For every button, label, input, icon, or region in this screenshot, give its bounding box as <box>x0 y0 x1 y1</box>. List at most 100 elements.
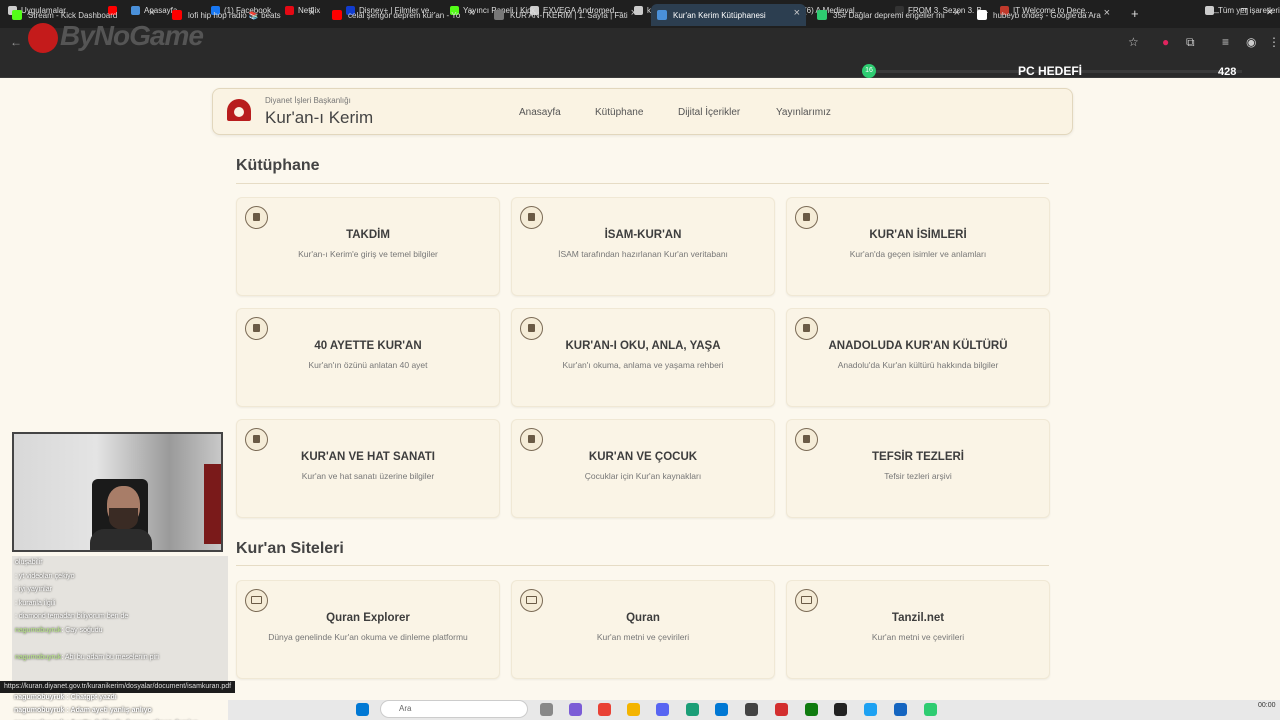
tab-title: celal şengör deprem kur'an - Yo <box>348 10 461 20</box>
taskbar-app-icon[interactable] <box>569 703 582 716</box>
bookmarks-bar <box>0 56 1280 78</box>
site-title[interactable]: Kur'an-ı Kerim <box>265 108 373 128</box>
tab-close-icon[interactable]: × <box>1104 7 1110 19</box>
chat-message: : iyi yayınlar <box>12 583 228 597</box>
tab-close-icon[interactable]: × <box>631 7 637 19</box>
diyanet-logo-icon[interactable] <box>227 99 251 121</box>
back-icon[interactable]: ← <box>10 35 22 49</box>
reading-list-icon[interactable]: ≡ <box>1222 35 1229 49</box>
nav-anasayfa[interactable]: Anasayfa <box>519 107 561 118</box>
browser-tab[interactable]: lofi hip hop radio 📚 beats × <box>166 4 321 26</box>
new-tab-button[interactable]: + <box>1131 6 1139 21</box>
taskbar-search[interactable]: Ara <box>380 700 528 718</box>
tab-close-icon[interactable]: × <box>309 7 315 19</box>
icon-glyph <box>253 213 260 221</box>
card-title: KUR'AN-I OKU, ANLA, YAŞA <box>565 340 721 352</box>
discord-icon[interactable] <box>656 703 669 716</box>
task-view-icon[interactable] <box>540 703 553 716</box>
windows-start-icon[interactable] <box>356 703 369 716</box>
tab-title: lofi hip hop radio 📚 beats <box>188 10 281 20</box>
resource-card[interactable]: Quran Explorer Dünya genelinde Kur'an oku… <box>236 580 500 679</box>
chat-username: nagumobuyruk <box>15 626 62 634</box>
menu-icon[interactable]: ⋮ <box>1268 35 1280 49</box>
tab-favicon-icon <box>977 10 987 20</box>
chrome-icon[interactable] <box>598 703 611 716</box>
tab-title: Kur'an Kerim Kütüphanesi <box>673 10 766 20</box>
tab-favicon-icon <box>172 10 182 20</box>
resource-card[interactable]: Tanzil.net Kur'an metni ve çevirileri <box>786 580 1050 679</box>
taskbar-app-icon[interactable] <box>745 703 758 716</box>
browser-tab[interactable]: hubeyb öndeş - Google'da Ara × <box>971 4 1116 26</box>
site-header: Diyanet İşleri Başkanlığı Kur'an-ı Kerim… <box>212 88 1073 135</box>
resource-card[interactable]: TAKDİM Kur'an-ı Kerim'e giriş ve temel bi… <box>236 197 500 296</box>
card-description: Kur'an-ı Kerim'e giriş ve temel bilgiler <box>298 249 438 259</box>
tab-close-icon[interactable]: × <box>149 7 155 19</box>
library-divider <box>236 183 1049 184</box>
edge-icon[interactable] <box>715 703 728 716</box>
chat-text: : kuranla ilgili <box>15 599 56 607</box>
browser-tab[interactable]: 35# Dağlar depremi engeller mi × <box>811 4 966 26</box>
card-description: Kur'an metni ve çevirileri <box>596 632 690 642</box>
resource-card[interactable]: İSAM-KUR'AN İSAM tarafından hazırlanan Ku… <box>511 197 775 296</box>
taskbar-app-icon[interactable] <box>894 703 907 716</box>
card-description: Anadolu'da Kur'an kültürü hakkında bilgi… <box>837 360 999 370</box>
card-title: TAKDİM <box>346 229 390 241</box>
chat-message: nagumobuyruk : Adam ayeti yanlış anlıyo <box>14 707 152 714</box>
tab-title: KUR'AN-I KERİM | 1. Sayfa | Fâti <box>510 10 628 20</box>
card-description: Çocuklar için Kur'an kaynakları <box>584 471 702 481</box>
website-icon <box>520 589 543 612</box>
resource-card[interactable]: 40 AYETTE KUR'AN Kur'an'ın özünü anlatan … <box>236 308 500 407</box>
chat-message: : kuranla ilgili <box>12 597 228 611</box>
chat-message: : diamond temadan biliyorum ben de <box>12 610 228 624</box>
chat-text: oluşabilir <box>15 559 43 566</box>
extension-icon[interactable]: ● <box>1162 35 1169 49</box>
bookmark-favicon-icon <box>1205 6 1214 15</box>
book-icon <box>520 206 543 229</box>
book-icon <box>520 317 543 340</box>
card-title: KUR'AN VE HAT SANATI <box>301 451 435 463</box>
nav-dijital-icerikler[interactable]: Dijital İçerikler <box>678 107 740 118</box>
resource-card[interactable]: KUR'AN VE HAT SANATI Kur'an ve hat sanatı… <box>236 419 500 518</box>
pc-goal-label: PC HEDEFİ <box>1018 64 1083 78</box>
browser-tab[interactable]: Stream - Kick Dashboard × <box>6 4 161 26</box>
nav-yayinlarimiz[interactable]: Yayınlarımız <box>776 107 831 118</box>
taskbar-app-icon[interactable] <box>775 703 788 716</box>
card-title: KUR'AN İSİMLERİ <box>869 229 967 241</box>
chat-message: nagumobuyruk : Chatgpt yazdı <box>14 694 117 701</box>
xbox-icon[interactable] <box>805 703 818 716</box>
tab-close-icon[interactable]: × <box>794 7 800 19</box>
profile-avatar[interactable]: ◉ <box>1246 35 1256 49</box>
resource-card[interactable]: ANADOLUDA KUR'AN KÜLTÜRÜ Anadolu'da Kur'a… <box>786 308 1050 407</box>
tab-close-icon[interactable]: × <box>954 7 960 19</box>
icon-glyph <box>528 324 535 332</box>
tab-close-icon[interactable]: × <box>469 7 475 19</box>
card-title: KUR'AN VE ÇOCUK <box>588 451 698 463</box>
extensions-puzzle-icon[interactable]: ⧉ <box>1186 35 1195 50</box>
card-description: Tefsir tezleri arşivi <box>884 471 952 481</box>
chat-username: nagumobuyruk <box>15 654 62 662</box>
chat-message <box>12 665 228 679</box>
bookmark-label: Tüm yer işaretleri <box>1218 6 1280 15</box>
resource-card[interactable]: KUR'AN VE ÇOCUK Çocuklar için Kur'an kayn… <box>511 419 775 518</box>
icon-glyph <box>251 596 262 604</box>
browser-tab[interactable]: Kur'an Kerim Kütüphanesi × <box>651 4 806 26</box>
browser-tab[interactable]: celal şengör deprem kur'an - Yo × <box>326 4 481 26</box>
file-explorer-icon[interactable] <box>627 703 640 716</box>
card-description: Kur'an metni ve çevirileri <box>871 632 965 642</box>
resource-card[interactable]: Quran Kur'an metni ve çevirileri <box>511 580 775 679</box>
taskbar-app-icon[interactable] <box>834 703 847 716</box>
bookmark-star-icon[interactable]: ☆ <box>1128 35 1139 49</box>
icon-glyph <box>253 324 260 332</box>
taskbar-app-icon[interactable] <box>686 703 699 716</box>
card-title: TEFSİR TEZLERİ <box>872 451 964 463</box>
resource-card[interactable]: KUR'AN-I OKU, ANLA, YAŞA Kur'an'ı okuma, … <box>511 308 775 407</box>
card-title: ANADOLUDA KUR'AN KÜLTÜRÜ <box>828 340 1008 352</box>
nav-kutuphane[interactable]: Kütüphane <box>595 107 643 118</box>
resource-card[interactable]: TEFSİR TEZLERİ Tefsir tezleri arşivi <box>786 419 1050 518</box>
taskbar-app-icon[interactable] <box>924 703 937 716</box>
browser-tab[interactable]: KUR'AN-I KERİM | 1. Sayfa | Fâti × <box>488 4 643 26</box>
resource-card[interactable]: KUR'AN İSİMLERİ Kur'an'da geçen isimler v… <box>786 197 1050 296</box>
bookmark-item[interactable]: Tüm yer işaretleri <box>1205 6 1280 15</box>
chat-message <box>12 638 228 652</box>
taskbar-app-icon[interactable] <box>864 703 877 716</box>
